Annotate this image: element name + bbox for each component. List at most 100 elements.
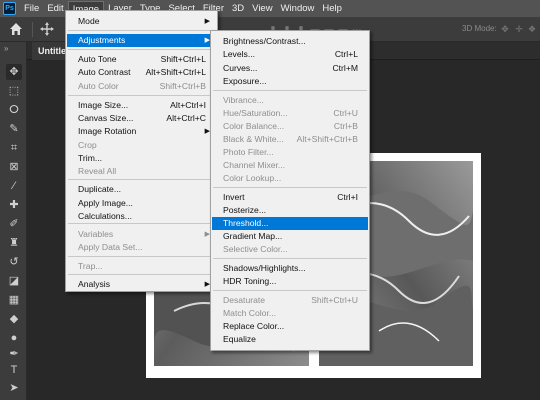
photoshop-logo-icon: Ps xyxy=(3,2,16,15)
menu-3d[interactable]: 3D xyxy=(228,1,248,16)
menu-item-label: Color Lookup... xyxy=(223,173,282,183)
menu-item-label: Brightness/Contrast... xyxy=(223,36,306,46)
menu-item-label: Calculations... xyxy=(78,211,132,221)
marquee-tool-icon[interactable]: ⬚ xyxy=(6,83,22,99)
image-menu-item-auto-color: Auto Color Shift+Ctrl+B xyxy=(67,80,216,93)
lasso-tool-icon[interactable]: ⵔ xyxy=(6,102,22,118)
menu-separator xyxy=(68,256,215,257)
menu-item-shortcut: Ctrl+M xyxy=(332,63,358,73)
image-menu: Mode ▶ Adjustments ▶ Auto Tone Shift+Ctrl+L Au… xyxy=(65,10,218,292)
menu-view[interactable]: View xyxy=(248,1,276,16)
menu-item-shortcut: Shift+Ctrl+U xyxy=(311,295,358,305)
menu-item-label: Auto Contrast xyxy=(78,67,131,77)
menu-item-label: Desaturate xyxy=(223,295,266,305)
home-icon[interactable] xyxy=(9,22,23,36)
adjustments-item-vibrance: Vibrance... xyxy=(212,94,368,107)
move-tool-icon[interactable]: ✥ xyxy=(6,64,22,80)
menu-item-shortcut: Ctrl+U xyxy=(333,108,358,118)
menu-item-label: Trim... xyxy=(78,153,103,163)
menu-item-label: Trap... xyxy=(78,261,103,271)
3d-pan-icon[interactable]: ✛ xyxy=(514,24,524,34)
image-menu-item-apply-data-set: Apply Data Set... xyxy=(67,241,216,254)
adjustments-item-selective-color: Selective Color... xyxy=(212,243,368,256)
image-menu-item-auto-contrast[interactable]: Auto Contrast Alt+Shift+Ctrl+L xyxy=(67,66,216,79)
menu-item-label: Adjustments xyxy=(78,35,126,45)
menu-file[interactable]: File xyxy=(20,1,43,16)
menu-item-shortcut: Alt+Shift+Ctrl+L xyxy=(145,67,206,77)
adjustments-item-equalize[interactable]: Equalize xyxy=(212,333,368,346)
image-menu-item-duplicate[interactable]: Duplicate... xyxy=(67,183,216,196)
menu-item-label: Replace Color... xyxy=(223,321,285,331)
crop-tool-icon[interactable]: ⌗ xyxy=(6,140,22,156)
menu-item-label: Black & White... xyxy=(223,134,284,144)
image-menu-item-analysis[interactable]: Analysis ▶ xyxy=(67,278,216,291)
collapse-panel-icon[interactable]: » xyxy=(4,44,8,53)
image-menu-item-calculations[interactable]: Calculations... xyxy=(67,210,216,223)
adjustments-submenu: Brightness/Contrast... Levels... Ctrl+L Cur… xyxy=(210,30,370,351)
image-menu-item-image-rotation[interactable]: Image Rotation ▶ xyxy=(67,125,216,138)
menu-item-shortcut: Alt+Shift+Ctrl+B xyxy=(296,134,358,144)
menu-window[interactable]: Window xyxy=(277,1,319,16)
image-menu-item-auto-tone[interactable]: Auto Tone Shift+Ctrl+L xyxy=(67,53,216,66)
frame-tool-icon[interactable]: ⊠ xyxy=(6,159,22,175)
healing-brush-tool-icon[interactable]: ✚ xyxy=(6,197,22,213)
adjustments-item-exposure[interactable]: Exposure... xyxy=(212,75,368,88)
menu-item-label: Channel Mixer... xyxy=(223,160,286,170)
menu-separator xyxy=(213,187,367,188)
type-tool-icon[interactable]: T xyxy=(6,362,22,378)
adjustments-item-invert[interactable]: Invert Ctrl+I xyxy=(212,191,368,204)
brush-tool-icon[interactable]: ✐ xyxy=(6,216,22,232)
menu-separator xyxy=(213,290,367,291)
adjustments-item-photo-filter: Photo Filter... xyxy=(212,146,368,159)
clone-stamp-tool-icon[interactable]: ♜ xyxy=(6,235,22,251)
menu-item-label: Apply Data Set... xyxy=(78,242,143,252)
image-menu-item-reveal-all: Reveal All xyxy=(67,165,216,178)
history-brush-tool-icon[interactable]: ↺ xyxy=(6,254,22,270)
3d-mode-label: 3D Mode: xyxy=(462,24,497,33)
menu-item-label: Selective Color... xyxy=(223,244,288,254)
adjustments-item-posterize[interactable]: Posterize... xyxy=(212,204,368,217)
menu-help[interactable]: Help xyxy=(318,1,346,16)
adjustments-item-match-color: Match Color... xyxy=(212,307,368,320)
path-selection-tool-icon[interactable]: ➤ xyxy=(6,380,22,396)
blur-tool-icon[interactable]: ◆ xyxy=(6,311,22,327)
image-menu-item-apply-image[interactable]: Apply Image... xyxy=(67,197,216,210)
adjustments-item-shadows-highlights[interactable]: Shadows/Highlights... xyxy=(212,262,368,275)
menu-item-label: Reveal All xyxy=(78,166,117,176)
eyedropper-tool-icon[interactable]: ⁄ xyxy=(6,178,22,194)
image-menu-item-canvas-size[interactable]: Canvas Size... Alt+Ctrl+C xyxy=(67,112,216,125)
gradient-tool-icon[interactable]: ▦ xyxy=(6,292,22,308)
3d-slide-icon[interactable]: ❖ xyxy=(527,24,537,34)
image-menu-item-crop: Crop xyxy=(67,139,216,152)
menu-item-label: Threshold... xyxy=(223,218,269,228)
menu-item-label: Photo Filter... xyxy=(223,147,274,157)
adjustments-item-levels[interactable]: Levels... Ctrl+L xyxy=(212,48,368,61)
adjustments-item-curves[interactable]: Curves... Ctrl+M xyxy=(212,62,368,75)
adjustments-item-threshold[interactable]: Threshold... xyxy=(212,217,368,230)
image-menu-item-adjustments[interactable]: Adjustments ▶ xyxy=(67,34,216,47)
quick-selection-tool-icon[interactable]: ✎ xyxy=(6,121,22,137)
image-menu-item-image-size[interactable]: Image Size... Alt+Ctrl+I xyxy=(67,99,216,112)
image-menu-item-trim[interactable]: Trim... xyxy=(67,152,216,165)
pen-tool-icon[interactable]: ✒ xyxy=(6,346,22,362)
menu-item-label: Duplicate... xyxy=(78,184,121,194)
menu-item-label: Auto Color xyxy=(78,81,119,91)
move-tool-icon[interactable] xyxy=(40,22,54,36)
3d-rotate-icon[interactable]: ✥ xyxy=(500,24,510,34)
eraser-tool-icon[interactable]: ◪ xyxy=(6,273,22,289)
adjustments-item-brightness-contrast[interactable]: Brightness/Contrast... xyxy=(212,35,368,48)
menu-item-label: Posterize... xyxy=(223,205,266,215)
adjustments-item-gradient-map[interactable]: Gradient Map... xyxy=(212,230,368,243)
menu-item-label: Hue/Saturation... xyxy=(223,108,288,118)
options-divider xyxy=(32,22,33,37)
menu-item-shortcut: Shift+Ctrl+B xyxy=(159,81,206,91)
menu-item-label: Auto Tone xyxy=(78,54,117,64)
adjustments-item-hdr-toning[interactable]: HDR Toning... xyxy=(212,275,368,288)
menu-separator xyxy=(68,223,215,224)
menu-item-shortcut: Shift+Ctrl+L xyxy=(160,54,206,64)
image-menu-item-mode[interactable]: Mode ▶ xyxy=(67,15,216,28)
adjustments-item-replace-color[interactable]: Replace Color... xyxy=(212,320,368,333)
dodge-tool-icon[interactable]: ● xyxy=(6,330,22,346)
menu-item-label: Canvas Size... xyxy=(78,113,134,123)
menu-item-label: Exposure... xyxy=(223,76,267,86)
